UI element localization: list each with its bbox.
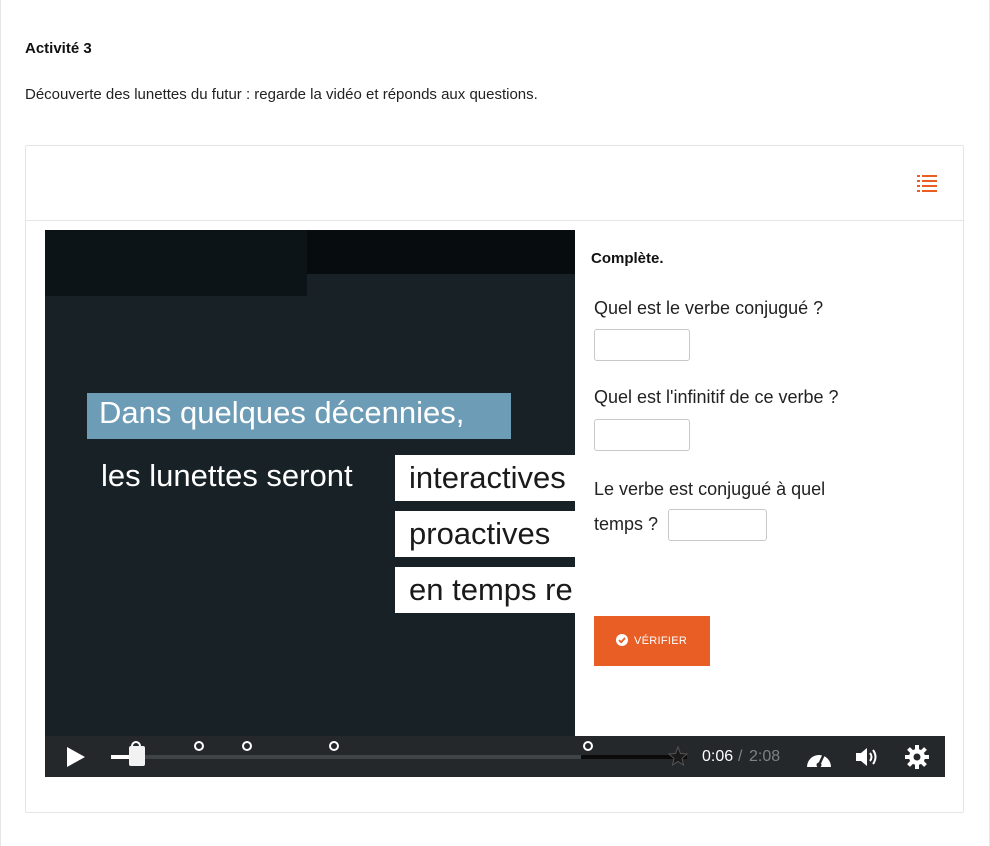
chapter-marker[interactable] (194, 741, 204, 751)
video-caption-line2: les lunettes seront (101, 458, 353, 493)
question-3-line2: temps ? (594, 514, 659, 534)
progress-bar[interactable] (111, 755, 687, 759)
activity-title: Activité 3 (25, 40, 92, 57)
current-time: 0:06 (702, 748, 734, 765)
volume-icon[interactable] (854, 745, 880, 774)
verify-button[interactable]: VÉRIFIER (594, 616, 710, 666)
verify-label: VÉRIFIER (634, 635, 688, 647)
video-word-box: interactives (395, 455, 575, 501)
question-2: Quel est l'infinitif de ce verbe ? (594, 387, 839, 407)
end-star-icon[interactable] (667, 745, 689, 771)
bookmarks-list-icon[interactable] (917, 174, 937, 192)
card-header (26, 146, 963, 221)
video-word-box: en temps re (395, 567, 575, 613)
question-3-line1: Le verbe est conjugué à quel (594, 479, 826, 499)
progress-handle[interactable] (129, 746, 145, 766)
video-word: interactives (409, 460, 566, 495)
video-word: en temps re (409, 572, 573, 607)
total-time: 2:08 (749, 748, 781, 765)
answer-input-2[interactable] (594, 419, 690, 451)
player-controls: 0:06 / 2:08 (45, 736, 945, 777)
chapter-marker[interactable] (242, 741, 252, 751)
interactive-video-card: Dans quelques décennies, les lunettes se… (25, 145, 964, 813)
instruction: Complète. (591, 250, 664, 267)
check-circle-icon (616, 634, 628, 646)
chapter-marker[interactable] (329, 741, 339, 751)
page: Activité 3 Découverte des lunettes du fu… (0, 0, 990, 846)
video-caption-line1: Dans quelques décennies, (99, 395, 465, 430)
activity-description: Découverte des lunettes du futur : regar… (25, 86, 538, 103)
video-frame[interactable]: Dans quelques décennies, les lunettes se… (45, 230, 575, 738)
video-word: proactives (409, 516, 551, 551)
play-icon[interactable] (65, 746, 87, 773)
speed-icon[interactable] (805, 745, 833, 774)
time-separator: / (738, 748, 743, 765)
video-word-box: proactives (395, 511, 575, 557)
settings-gear-icon[interactable] (905, 745, 929, 774)
question-panel: Complète. Quel est le verbe conjugué ? Q… (575, 230, 945, 738)
answer-input-1[interactable] (594, 329, 690, 361)
chapter-marker[interactable] (583, 741, 593, 751)
question-1: Quel est le verbe conjugué ? (594, 298, 824, 318)
answer-input-3[interactable] (668, 509, 767, 541)
